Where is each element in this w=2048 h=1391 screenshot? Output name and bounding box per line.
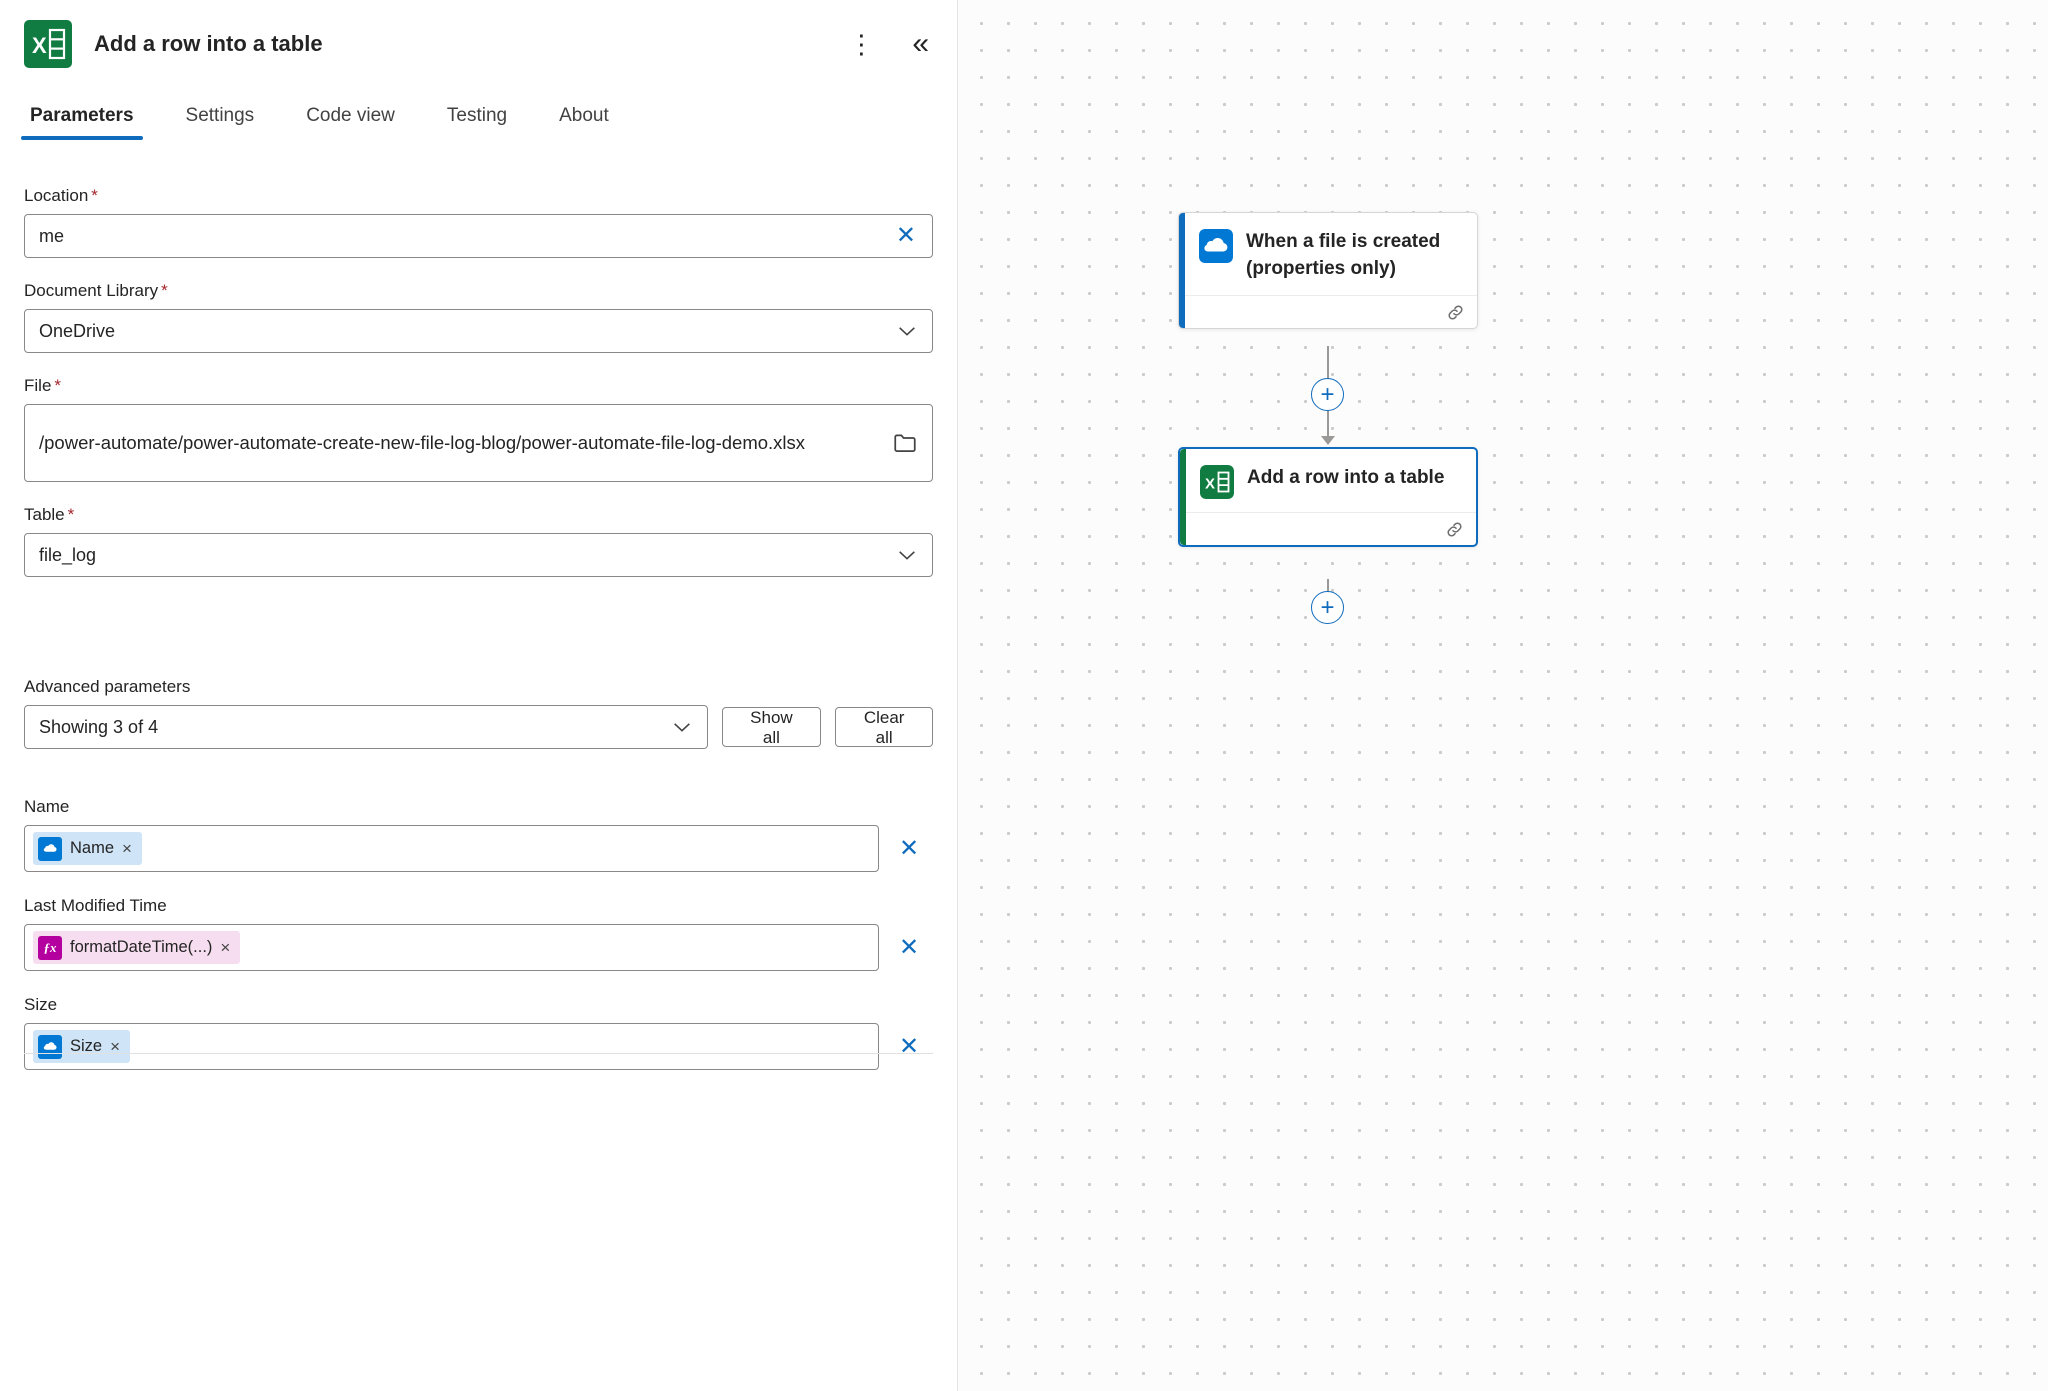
required-asterisk: * (54, 376, 61, 395)
location-input[interactable]: me ✕ (24, 214, 933, 258)
onedrive-icon (38, 1035, 62, 1059)
expression-token-chip[interactable]: ƒx formatDateTime(...) × (33, 931, 240, 964)
file-field: File* /power-automate/power-automate-cre… (24, 376, 933, 482)
clear-location-icon[interactable]: ✕ (894, 224, 918, 248)
table-label: Table* (24, 505, 933, 525)
expression-fx-icon: ƒx (38, 936, 62, 960)
table-value: file_log (39, 545, 896, 566)
svg-text:X: X (32, 33, 47, 58)
file-label: File* (24, 376, 933, 396)
show-all-button[interactable]: Show all (722, 707, 822, 747)
size-field: Size Size × ✕ (24, 995, 933, 1070)
last-modified-time-input[interactable]: ƒx formatDateTime(...) × (24, 924, 879, 971)
table-dropdown[interactable]: file_log (24, 533, 933, 577)
location-label-text: Location (24, 186, 88, 205)
chevron-down-icon (671, 716, 693, 738)
document-library-label-text: Document Library (24, 281, 158, 300)
more-options-icon[interactable]: ⋮ (844, 27, 878, 61)
folder-picker-icon[interactable] (892, 430, 918, 456)
document-library-field: Document Library* OneDrive (24, 281, 933, 353)
trigger-card-title: When a file is created (properties only) (1246, 229, 1465, 282)
last-modified-time-field: Last Modified Time ƒx formatDateTime(...… (24, 896, 933, 971)
name-token-label: Name (70, 839, 114, 858)
size-token-chip[interactable]: Size × (33, 1030, 130, 1063)
add-step-button[interactable]: + (1311, 591, 1344, 624)
flow-canvas[interactable]: When a file is created (properties only)… (958, 0, 2048, 1391)
name-token-remove-icon[interactable]: × (122, 840, 132, 857)
tab-code-view[interactable]: Code view (300, 104, 401, 140)
table-field: Table* file_log (24, 505, 933, 577)
clear-size-icon[interactable]: ✕ (897, 1035, 921, 1059)
panel-title: Add a row into a table (94, 31, 323, 57)
size-input[interactable]: Size × (24, 1023, 879, 1070)
size-row: Size × ✕ (24, 1023, 933, 1070)
advanced-parameters-section: Advanced parameters Showing 3 of 4 Show … (24, 677, 933, 749)
name-token-chip[interactable]: Name × (33, 832, 142, 865)
tab-about[interactable]: About (553, 104, 615, 140)
location-value: me (39, 226, 894, 247)
link-icon[interactable] (1446, 303, 1465, 322)
file-input[interactable]: /power-automate/power-automate-create-ne… (24, 404, 933, 482)
expression-token-label: formatDateTime(...) (70, 938, 212, 957)
table-label-text: Table (24, 505, 65, 524)
collapse-panel-icon[interactable]: « (908, 25, 933, 63)
tab-settings[interactable]: Settings (180, 104, 261, 140)
tab-testing[interactable]: Testing (441, 104, 513, 140)
excel-icon: X (1200, 465, 1234, 499)
dynamic-fields-section: Name Name × ✕ (24, 797, 933, 1070)
advanced-parameters-dropdown[interactable]: Showing 3 of 4 (24, 705, 708, 749)
required-asterisk: * (161, 281, 168, 300)
action-card[interactable]: X Add a row into a table (1178, 447, 1478, 547)
name-field: Name Name × ✕ (24, 797, 933, 872)
required-asterisk: * (91, 186, 98, 205)
power-automate-editor: X Add a row into a table ⋮ « Parameters … (0, 0, 2048, 1391)
advanced-parameters-row: Showing 3 of 4 Show all Clear all (24, 705, 933, 749)
action-accent-bar (1180, 449, 1186, 545)
chevron-down-icon (896, 320, 918, 342)
clear-all-button[interactable]: Clear all (835, 707, 933, 747)
required-asterisk: * (68, 505, 75, 524)
onedrive-icon (38, 837, 62, 861)
chevron-down-icon (896, 544, 918, 566)
onedrive-icon (1199, 229, 1233, 263)
file-path-value: /power-automate/power-automate-create-ne… (39, 426, 892, 459)
action-config-panel: X Add a row into a table ⋮ « Parameters … (0, 0, 958, 1391)
panel-header: X Add a row into a table ⋮ « (24, 0, 933, 68)
advanced-parameters-label: Advanced parameters (24, 677, 933, 697)
trigger-card-body: When a file is created (properties only) (1179, 213, 1477, 295)
name-row: Name × ✕ (24, 825, 933, 872)
location-field: Location* me ✕ (24, 186, 933, 258)
clear-last-modified-icon[interactable]: ✕ (897, 936, 921, 960)
trigger-accent-bar (1179, 213, 1185, 328)
header-actions: ⋮ « (844, 25, 933, 63)
name-label: Name (24, 797, 933, 817)
size-label: Size (24, 995, 933, 1015)
panel-bottom-divider (24, 1053, 933, 1054)
document-library-value: OneDrive (39, 321, 896, 342)
last-modified-time-label: Last Modified Time (24, 896, 933, 916)
name-input[interactable]: Name × (24, 825, 879, 872)
file-label-text: File (24, 376, 51, 395)
action-card-body: X Add a row into a table (1180, 449, 1476, 512)
insert-step-button[interactable]: + (1311, 378, 1344, 411)
panel-tabs: Parameters Settings Code view Testing Ab… (24, 104, 933, 140)
clear-name-icon[interactable]: ✕ (897, 837, 921, 861)
trigger-card-footer (1179, 295, 1477, 328)
document-library-label: Document Library* (24, 281, 933, 301)
parameters-form: Location* me ✕ Document Library* OneDriv… (24, 186, 933, 1070)
action-card-title: Add a row into a table (1247, 465, 1444, 492)
document-library-dropdown[interactable]: OneDrive (24, 309, 933, 353)
link-icon[interactable] (1445, 520, 1464, 539)
expression-token-remove-icon[interactable]: × (220, 939, 230, 956)
location-label: Location* (24, 186, 933, 206)
advanced-dropdown-value: Showing 3 of 4 (39, 717, 671, 738)
tab-parameters[interactable]: Parameters (24, 104, 140, 140)
action-card-footer (1180, 512, 1476, 545)
last-modified-time-row: ƒx formatDateTime(...) × ✕ (24, 924, 933, 971)
trigger-card[interactable]: When a file is created (properties only) (1178, 212, 1478, 329)
excel-icon: X (24, 20, 72, 68)
connector-arrowhead (1321, 436, 1335, 445)
svg-text:X: X (1205, 476, 1215, 493)
